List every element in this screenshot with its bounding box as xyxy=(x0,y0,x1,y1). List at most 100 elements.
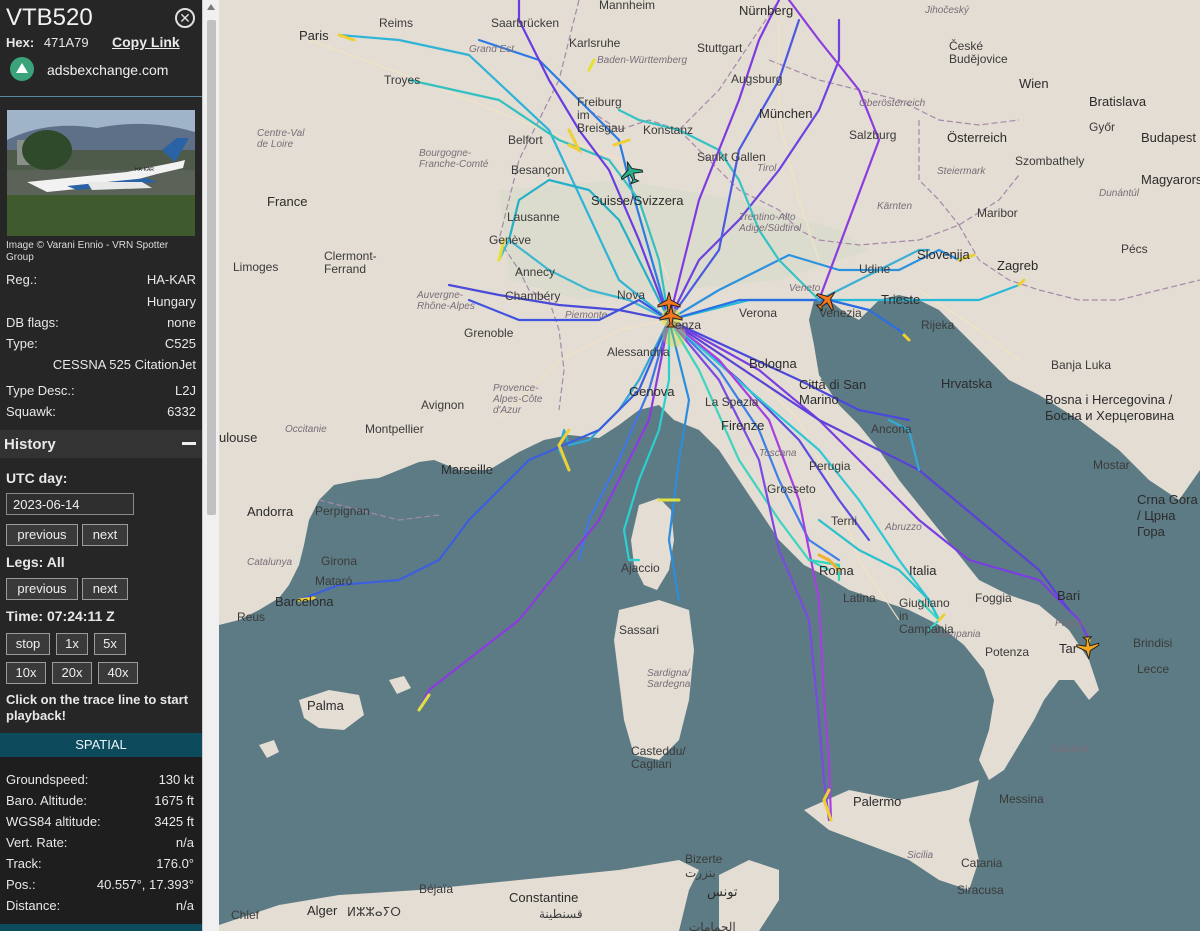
map-label: Siracusa xyxy=(957,883,1004,897)
map-label: Avignon xyxy=(421,398,465,412)
callsign-title: VTB520 xyxy=(6,4,93,31)
map-label: Mostar xyxy=(1093,458,1130,472)
spatial-value: n/a xyxy=(175,898,194,913)
spatial-value: n/a xyxy=(175,835,194,850)
map-label: Lausanne xyxy=(507,210,560,224)
map-label: Calabria xyxy=(1051,744,1089,755)
map-label: Konstanz xyxy=(643,123,694,137)
map-label: Alger xyxy=(307,903,338,918)
map-label: ⵍⵣⵣⴰⵢⵔ xyxy=(347,905,401,919)
map-label: Palma xyxy=(307,698,344,713)
map-label: Béjaïa xyxy=(419,882,454,896)
map-label: Bratislava xyxy=(1089,94,1147,109)
playback-stop-button[interactable]: stop xyxy=(6,633,50,655)
close-icon[interactable]: ✕ xyxy=(175,8,195,28)
map-label: Annecy xyxy=(515,265,556,279)
map-label: Karlsruhe xyxy=(569,36,621,50)
speed-10x-button[interactable]: 10x xyxy=(6,662,46,684)
map-label: Genova xyxy=(629,384,675,399)
hex-row: Hex: 471A79 xyxy=(6,35,89,50)
map-view[interactable]: Paris Reims Troyes Grand Est Saarbrücken… xyxy=(219,0,1200,931)
utc-day-input[interactable]: 2023-06-14 xyxy=(6,493,134,515)
map-label: Szombathely xyxy=(1015,154,1085,168)
map-label: Stuttgart xyxy=(697,41,743,55)
map-label: Limoges xyxy=(233,260,279,274)
map-label: Rijeka xyxy=(921,318,955,332)
map-label: Piemonte xyxy=(565,310,608,321)
map-label: Perpignan xyxy=(315,504,370,518)
day-previous-button[interactable]: previous xyxy=(6,524,78,546)
map-label: Ancona xyxy=(871,422,912,436)
map-label: Győr xyxy=(1089,120,1116,134)
map-label: الحمامات xyxy=(689,920,736,931)
panel-scrollbar[interactable] xyxy=(202,0,219,931)
spatial-key: Track: xyxy=(6,856,42,871)
map-label: La Spezia xyxy=(705,395,759,409)
map-label: Centre-Val de Loire xyxy=(257,128,305,150)
map-label: Girona xyxy=(321,554,358,568)
aircraft-photo[interactable]: HA-KAR xyxy=(7,110,195,236)
map-label: Nürnberg xyxy=(739,3,794,18)
time-label: Time: 07:24:11 Z xyxy=(6,608,115,624)
spatial-key: WGS84 altitude: xyxy=(6,814,101,829)
map-label: Latina xyxy=(843,591,876,605)
map-label: بنزرت xyxy=(685,866,716,880)
spatial-header[interactable]: SPATIAL xyxy=(0,733,202,757)
signal-header[interactable] xyxy=(0,924,202,931)
map-label: Toscana xyxy=(759,448,797,459)
map-label: Zagreb xyxy=(997,258,1039,273)
spatial-key: Groundspeed: xyxy=(6,772,89,787)
leg-next-button[interactable]: next xyxy=(82,578,128,600)
map-label: České Budějovice xyxy=(949,39,1008,66)
map-canvas[interactable] xyxy=(219,0,1200,931)
map-label: Bosna i Hercegovina / Босна и Херцеговин… xyxy=(1045,392,1175,423)
map-label: Dunántúl xyxy=(1099,188,1140,199)
map-label: Paris xyxy=(299,28,329,43)
map-label: Banja Luka xyxy=(1051,358,1112,372)
map-label: Mannheim xyxy=(599,0,656,12)
map-label: Wien xyxy=(1019,76,1049,91)
map-label: Veneto xyxy=(789,283,821,294)
map-label: Occitanie xyxy=(285,424,327,435)
history-header[interactable]: History xyxy=(0,430,202,458)
map-label: Sankt Gallen xyxy=(697,150,766,164)
collapse-icon[interactable] xyxy=(182,442,196,445)
map-label: Catalunya xyxy=(247,557,293,568)
map-label: Venezia xyxy=(819,306,862,320)
map-label: Augsburg xyxy=(731,72,783,86)
map-label: Grand Est xyxy=(469,44,515,55)
adsbexchange-label: adsbexchange.com xyxy=(47,62,169,78)
leg-previous-button[interactable]: previous xyxy=(6,578,78,600)
day-next-button[interactable]: next xyxy=(82,524,128,546)
speed-1x-button[interactable]: 1x xyxy=(56,633,88,655)
speed-20x-button[interactable]: 20x xyxy=(52,662,92,684)
map-label: Freiburg im Breisgau xyxy=(577,95,625,135)
map-label: قسنطينة xyxy=(539,907,583,921)
map-label: Magyarorszá xyxy=(1141,172,1200,187)
hex-value: 471A79 xyxy=(43,35,89,50)
map-label: Suisse/Svizzera xyxy=(591,193,684,208)
map-label: Terni xyxy=(831,514,858,528)
photo-tail-text: HA-KAR xyxy=(135,167,154,173)
map-label: enza xyxy=(675,318,702,332)
copy-link[interactable]: Copy Link xyxy=(112,34,180,50)
map-label: Sicilia xyxy=(907,850,934,861)
scrollbar-thumb[interactable] xyxy=(207,20,216,515)
playback-hint: Click on the trace line to start playbac… xyxy=(6,692,189,723)
map-label: Jihočeský xyxy=(925,5,969,16)
speed-40x-button[interactable]: 40x xyxy=(98,662,138,684)
adsbexchange-logo-icon xyxy=(10,57,34,81)
spatial-value: 3425 ft xyxy=(154,814,194,829)
map-label: Bourgogne-Franche-Comté xyxy=(419,148,489,170)
map-label: Puglia xyxy=(1055,618,1083,629)
detail-value: Hungary xyxy=(146,294,196,309)
map-label: Perugia xyxy=(809,459,851,473)
map-label: Genève xyxy=(489,233,532,247)
spatial-key: Vert. Rate: xyxy=(6,835,68,850)
map-label: Catania xyxy=(961,856,1003,870)
map-label: Sardigna/ Sardegna xyxy=(647,668,691,690)
map-label: Bologna xyxy=(749,356,797,371)
scroll-up-icon[interactable] xyxy=(207,4,215,10)
map-label: Roma xyxy=(819,563,854,578)
speed-5x-button[interactable]: 5x xyxy=(94,633,126,655)
